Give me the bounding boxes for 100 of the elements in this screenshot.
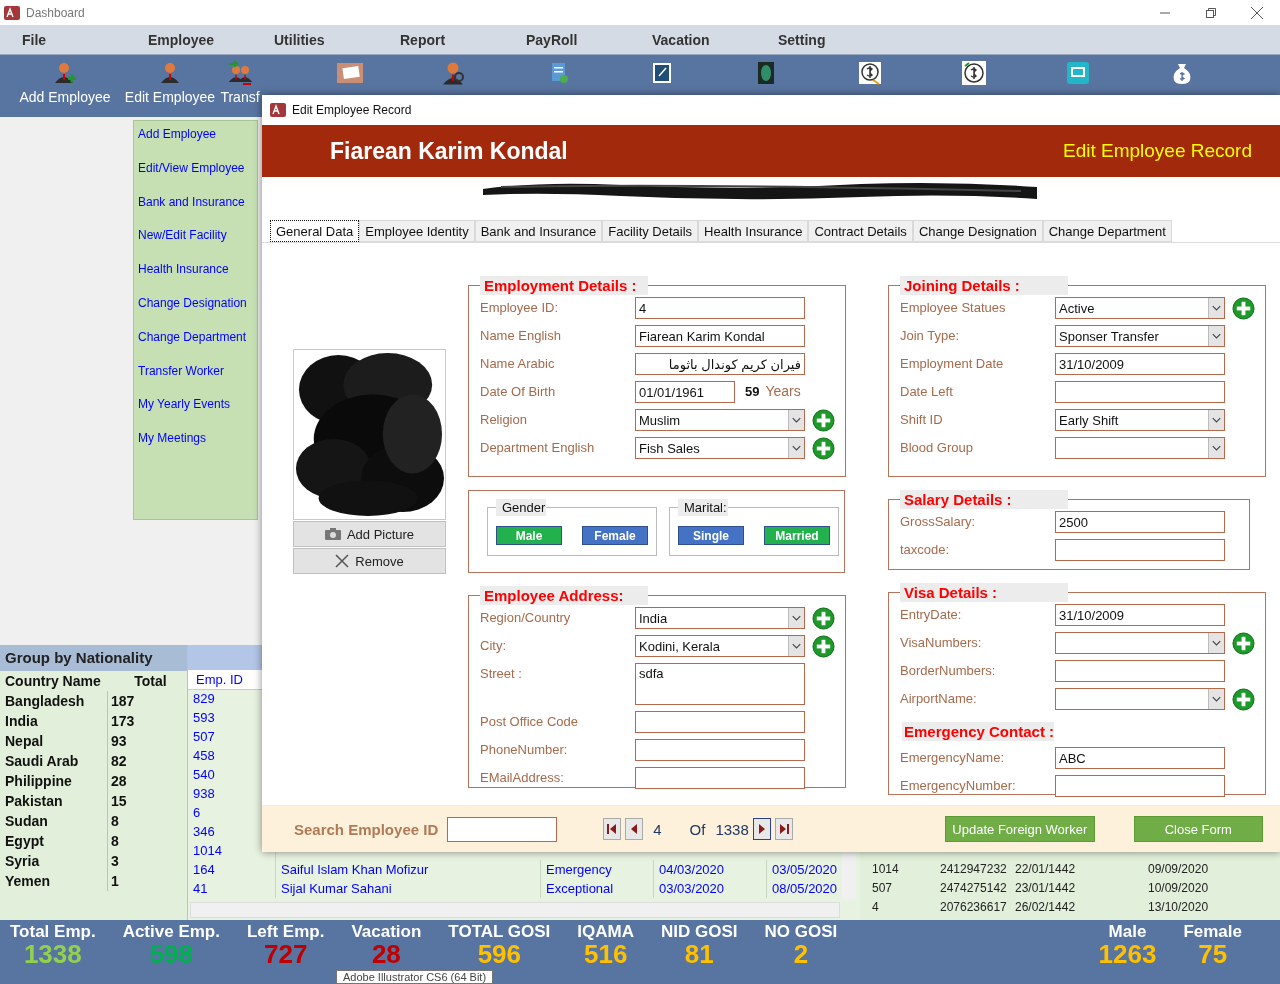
- restore-icon[interactable]: [1206, 7, 1216, 18]
- menu-item[interactable]: PayRoll: [526, 31, 652, 48]
- sidebar-link[interactable]: Health Insurance: [138, 262, 257, 296]
- date-field[interactable]: 01/01/1961: [635, 381, 735, 403]
- monitor-icon[interactable]: [1065, 60, 1091, 86]
- input-field[interactable]: 31/10/2009: [1055, 353, 1225, 375]
- toolbar-label[interactable]: Transf: [220, 89, 260, 105]
- dropdown[interactable]: India: [635, 607, 805, 629]
- menu-item[interactable]: Setting: [778, 31, 904, 48]
- search-field[interactable]: [447, 816, 558, 842]
- sidebar-link[interactable]: My Yearly Events: [138, 397, 257, 432]
- tab[interactable]: Employee Identity: [359, 220, 475, 242]
- add-icon[interactable]: [1232, 632, 1255, 655]
- tab[interactable]: Health Insurance: [698, 220, 809, 242]
- sidebar-link[interactable]: Change Designation: [138, 296, 257, 330]
- first-record-button[interactable]: [603, 818, 622, 840]
- people-transfer-icon[interactable]: [227, 60, 253, 86]
- dropdown[interactable]: Sponser Transfer: [1055, 325, 1225, 347]
- section-title: Employee Address:: [480, 586, 648, 605]
- table-cell: 164: [188, 860, 276, 879]
- option-button[interactable]: Single: [678, 526, 744, 545]
- tab[interactable]: Bank and Insurance: [474, 220, 603, 242]
- tab[interactable]: General Data: [270, 220, 360, 242]
- card-icon[interactable]: [337, 60, 363, 86]
- record-total: 1338: [715, 820, 749, 838]
- add-icon[interactable]: [1232, 688, 1255, 711]
- menu-item[interactable]: Utilities: [274, 31, 400, 48]
- previous-record-button[interactable]: [625, 818, 644, 840]
- dropdown[interactable]: Fish Sales: [635, 437, 805, 459]
- field-label: GrossSalary:: [900, 513, 977, 529]
- add-picture-button[interactable]: Add Picture: [293, 521, 446, 547]
- field-label: PhoneNumber:: [480, 741, 569, 757]
- sidebar-link[interactable]: New/Edit Facility: [138, 228, 257, 263]
- menu-item[interactable]: Report: [400, 31, 526, 48]
- sidebar-link[interactable]: Transfer Worker: [138, 363, 257, 398]
- menu-item[interactable]: Vacation: [652, 31, 778, 48]
- input-field[interactable]: 4: [635, 297, 805, 319]
- dropdown[interactable]: Muslim: [635, 409, 805, 431]
- table-cell: 41: [188, 879, 276, 898]
- dropdown[interactable]: [1055, 688, 1225, 710]
- table-cell-text: 93: [110, 733, 128, 749]
- input-field[interactable]: [1055, 381, 1225, 403]
- tab[interactable]: Change Designation: [912, 220, 1043, 242]
- sidebar-link[interactable]: Change Department: [138, 329, 257, 364]
- dropdown[interactable]: [1055, 437, 1225, 459]
- dollar-refresh-icon[interactable]: [961, 60, 987, 86]
- option-button[interactable]: Female: [582, 526, 648, 545]
- sidebar-link[interactable]: Edit/View Employee: [138, 160, 257, 195]
- tab[interactable]: Contract Details: [808, 220, 913, 242]
- add-icon[interactable]: [812, 437, 835, 460]
- dropdown[interactable]: [1055, 632, 1225, 654]
- next-record-button[interactable]: [752, 818, 771, 840]
- menu-item[interactable]: File: [22, 31, 148, 48]
- input-field[interactable]: 31/10/2009: [1055, 604, 1225, 626]
- add-icon[interactable]: [1232, 297, 1255, 320]
- input-field[interactable]: فيران كريم كوندال باثوما: [635, 353, 805, 375]
- panel-title: Group by Nationality: [0, 645, 187, 671]
- dropdown[interactable]: Early Shift: [1055, 409, 1225, 431]
- field-label: Employment Date: [900, 355, 1005, 371]
- remove-button[interactable]: Remove: [293, 548, 446, 574]
- add-icon[interactable]: [812, 635, 835, 658]
- tab[interactable]: Change Department: [1042, 220, 1172, 242]
- sidebar-link[interactable]: Add Employee: [138, 127, 257, 161]
- stat-label: Male: [1108, 922, 1147, 942]
- search-label: Search Employee ID: [294, 820, 439, 838]
- age-unit: Years: [765, 382, 801, 399]
- input-field[interactable]: 2500: [1055, 511, 1225, 533]
- record-of-label: Of: [689, 820, 706, 838]
- dropdown[interactable]: Active: [1055, 297, 1225, 319]
- add-icon[interactable]: [812, 607, 835, 630]
- toolbar-label[interactable]: Edit Employee: [124, 89, 216, 105]
- table-cell-text: 10/09/2020: [1147, 880, 1210, 895]
- sidebar-link[interactable]: My Meetings: [138, 431, 257, 465]
- input-field[interactable]: [635, 711, 805, 733]
- field-label: taxcode:: [900, 541, 951, 557]
- person-search-icon[interactable]: [441, 60, 467, 86]
- input-field[interactable]: ABC: [1055, 747, 1225, 769]
- add-icon[interactable]: [812, 409, 835, 432]
- menu-item[interactable]: Employee: [148, 31, 274, 48]
- text-area[interactable]: sdfa: [635, 663, 805, 705]
- table-cell: Saiful Islam Khan Mofizur: [276, 860, 541, 879]
- input-field[interactable]: [1055, 775, 1225, 797]
- input-field[interactable]: [1055, 539, 1225, 561]
- person-add-icon[interactable]: [52, 60, 78, 86]
- section-title: Employment Details :: [480, 276, 648, 295]
- stat-label: TOTAL GOSI: [448, 922, 551, 942]
- dropdown[interactable]: Kodini, Kerala: [635, 635, 805, 657]
- field-label: Join Type:: [900, 327, 961, 343]
- close-icon: [335, 554, 350, 568]
- tab[interactable]: Facility Details: [602, 220, 699, 242]
- last-record-button[interactable]: [774, 818, 793, 840]
- close-icon[interactable]: [1251, 6, 1263, 19]
- dollar-icon[interactable]: [857, 60, 883, 86]
- toolbar-label[interactable]: Add Employee: [19, 89, 111, 105]
- input-field[interactable]: [635, 739, 805, 761]
- input-field[interactable]: [635, 767, 805, 789]
- sidebar-link[interactable]: Bank and Insurance: [138, 194, 257, 229]
- field-label: City:: [480, 637, 507, 653]
- input-field[interactable]: Fiarean Karim Kondal: [635, 325, 805, 347]
- input-field[interactable]: [1055, 660, 1225, 682]
